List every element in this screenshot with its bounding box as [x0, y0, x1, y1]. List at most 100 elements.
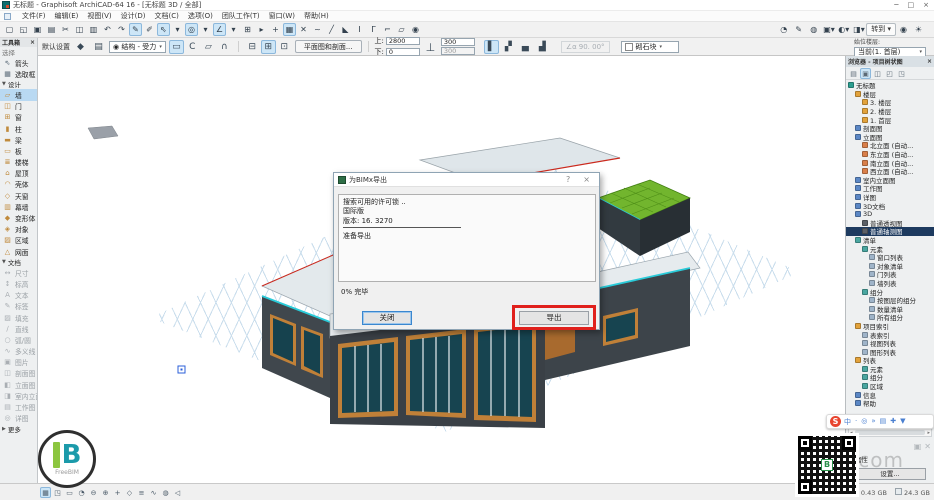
tree-item[interactable]: 图形列表 — [846, 347, 934, 356]
tool-item[interactable]: △ 网面 — [0, 246, 37, 257]
close-dialog-button[interactable]: 关闭 — [362, 311, 412, 325]
groups-icon[interactable]: ▦ — [283, 23, 296, 36]
chamfer-icon[interactable]: Γ — [367, 23, 380, 36]
tool-item[interactable]: ▱ 墙 — [0, 89, 37, 100]
ime-icon[interactable]: » — [871, 417, 875, 427]
scroll-right-icon[interactable]: ▸ — [927, 430, 930, 436]
magic-wand-icon[interactable]: ~ — [311, 23, 324, 36]
plan-section-button[interactable]: 平面图和剖面... — [295, 40, 362, 53]
tool-item[interactable]: ◎ 详图 — [0, 413, 37, 424]
tree-item[interactable]: 剖面图 — [846, 124, 934, 133]
tree-item[interactable]: 东立面 (自动... — [846, 150, 934, 159]
layout-book-icon[interactable]: ◰ — [884, 68, 895, 79]
ime-icon[interactable]: 中 — [844, 417, 851, 427]
tool-item[interactable]: ▦ 选取框 — [0, 68, 37, 79]
previous-zoom-icon[interactable]: ∿ — [148, 487, 159, 498]
tree-item[interactable]: 北立面 (自动... — [846, 141, 934, 150]
menu-item[interactable]: 视图(V) — [87, 12, 111, 20]
menu-item[interactable]: 文件(F) — [22, 12, 46, 20]
bottom-offset-field[interactable]: 0 — [386, 48, 420, 56]
navigator-hscrollbar[interactable]: ◂ ▸ — [848, 428, 932, 437]
tree-item[interactable]: 工作图 — [846, 184, 934, 193]
view-map-icon[interactable]: ◫ — [872, 68, 883, 79]
markup-icon[interactable]: ✎ — [792, 23, 805, 36]
pan-icon[interactable]: ◔ — [76, 487, 87, 498]
tree-item[interactable]: 视图列表 — [846, 339, 934, 348]
arrow-tool-icon[interactable]: ⇖ — [157, 23, 170, 36]
tool-item[interactable]: ▤ 工作图 — [0, 401, 37, 412]
offset-icon[interactable]: ⌐ — [381, 23, 394, 36]
scroll-thumb[interactable] — [855, 430, 926, 435]
guide-options-icon[interactable]: ▾ — [227, 23, 240, 36]
tool-item[interactable]: ◆ 变形体 — [0, 212, 37, 223]
dialog-title-bar[interactable]: 为BIMx导出 ? × — [334, 173, 599, 187]
minimize-button[interactable]: ─ — [894, 1, 898, 9]
wall-trapezoid-icon[interactable]: ▱ — [201, 40, 216, 54]
back-icon[interactable]: ◁ — [172, 487, 183, 498]
toolbox-close-icon[interactable]: × — [30, 39, 35, 46]
zoom-in-icon[interactable]: ⊕ — [100, 487, 111, 498]
inject-parameters-icon[interactable]: ✐ — [143, 23, 156, 36]
navigator-close-icon[interactable]: × — [927, 58, 932, 65]
look-to-icon[interactable]: ◇ — [124, 487, 135, 498]
walk-icon[interactable]: + — [112, 487, 123, 498]
cut-icon[interactable]: ✂ — [59, 23, 72, 36]
tree-item[interactable]: 区域 — [846, 382, 934, 391]
tree-item[interactable]: 立面图 — [846, 133, 934, 142]
tree-item[interactable]: 清单 — [846, 236, 934, 245]
print-icon[interactable]: ▤ — [45, 23, 58, 36]
guide-lines-icon[interactable]: ∠ — [213, 23, 226, 36]
tool-item[interactable]: ⊞ 窗 — [0, 112, 37, 123]
tool-item[interactable]: ◧ 立面图 — [0, 379, 37, 390]
rotate-icon[interactable]: ◉ — [409, 23, 422, 36]
ref-line-right-icon[interactable]: ▄ — [518, 40, 533, 54]
orbit-icon[interactable]: ▦ — [40, 487, 51, 498]
document-section-label[interactable]: 文档 — [8, 257, 21, 267]
tool-item[interactable]: ↕ 标高 — [0, 278, 37, 289]
tree-item[interactable]: 帮助 — [846, 399, 934, 408]
fit-in-window-icon[interactable]: ◳ — [52, 487, 63, 498]
tool-item[interactable]: ▨ 区域 — [0, 235, 37, 246]
menu-item[interactable]: 文档(C) — [155, 12, 179, 20]
ref-line-center-icon[interactable]: ▞ — [501, 40, 516, 54]
tool-item[interactable]: ○ 弧/圆 — [0, 334, 37, 345]
layer-structure-combo[interactable]: ◉ 结构 - 受力▾ — [109, 41, 166, 53]
zoom-out-icon[interactable]: ⊖ — [88, 487, 99, 498]
tree-item[interactable]: 南立面 (自动... — [846, 158, 934, 167]
tool-item[interactable]: ▨ 填充 — [0, 312, 37, 323]
tree-item[interactable]: 表索引 — [846, 330, 934, 339]
undo-icon[interactable]: ↶ — [101, 23, 114, 36]
menu-item[interactable]: 设计(D) — [121, 12, 146, 20]
tree-item[interactable]: 窗口列表 — [846, 253, 934, 262]
tool-item[interactable]: A 文本 — [0, 290, 37, 301]
tree-item[interactable]: 元素 — [846, 244, 934, 253]
menu-item[interactable]: 选项(O) — [188, 12, 213, 20]
more-section-label[interactable]: 更多 — [8, 424, 21, 434]
wall-poly-icon[interactable]: ∩ — [217, 40, 232, 54]
render-icon[interactable]: ◍ — [807, 23, 820, 36]
stretch-icon[interactable]: ▱ — [395, 23, 408, 36]
tree-item[interactable]: 普通透视图 — [846, 219, 934, 228]
wall-curved-icon[interactable]: C — [185, 40, 200, 54]
tool-item[interactable]: ◨ 室内立面 — [0, 390, 37, 401]
tool-item[interactable]: ◈ 对象 — [0, 224, 37, 235]
ime-icon[interactable]: ✚ — [890, 417, 896, 427]
arrow-options-icon[interactable]: ▾ — [171, 23, 184, 36]
menu-item[interactable]: 编辑(E) — [55, 12, 79, 20]
tree-item[interactable]: 室内立面图 — [846, 176, 934, 185]
sogou-icon[interactable]: S — [830, 416, 841, 427]
publisher-icon[interactable]: ◳ — [896, 68, 907, 79]
wall-settings-icon[interactable]: ▤ — [91, 40, 106, 54]
tool-item[interactable]: ✎ 标签 — [0, 301, 37, 312]
top-offset-field[interactable]: 2800 — [386, 37, 420, 45]
settings-button[interactable]: 设置... — [854, 468, 926, 480]
wall-straight-icon[interactable]: ▭ — [169, 40, 184, 54]
tree-item[interactable]: 所有组分 — [846, 313, 934, 322]
tree-item[interactable]: 对象清单 — [846, 261, 934, 270]
material-combo[interactable]: 砌石块▾ — [621, 41, 679, 53]
tree-item[interactable]: 项目索引 — [846, 322, 934, 331]
marquee-icon[interactable]: ◎ — [185, 23, 198, 36]
tool-item[interactable]: ▣ 图片 — [0, 357, 37, 368]
element-snap-icon[interactable]: ◔ — [777, 23, 790, 36]
cursor-snap-icon[interactable]: + — [269, 23, 282, 36]
